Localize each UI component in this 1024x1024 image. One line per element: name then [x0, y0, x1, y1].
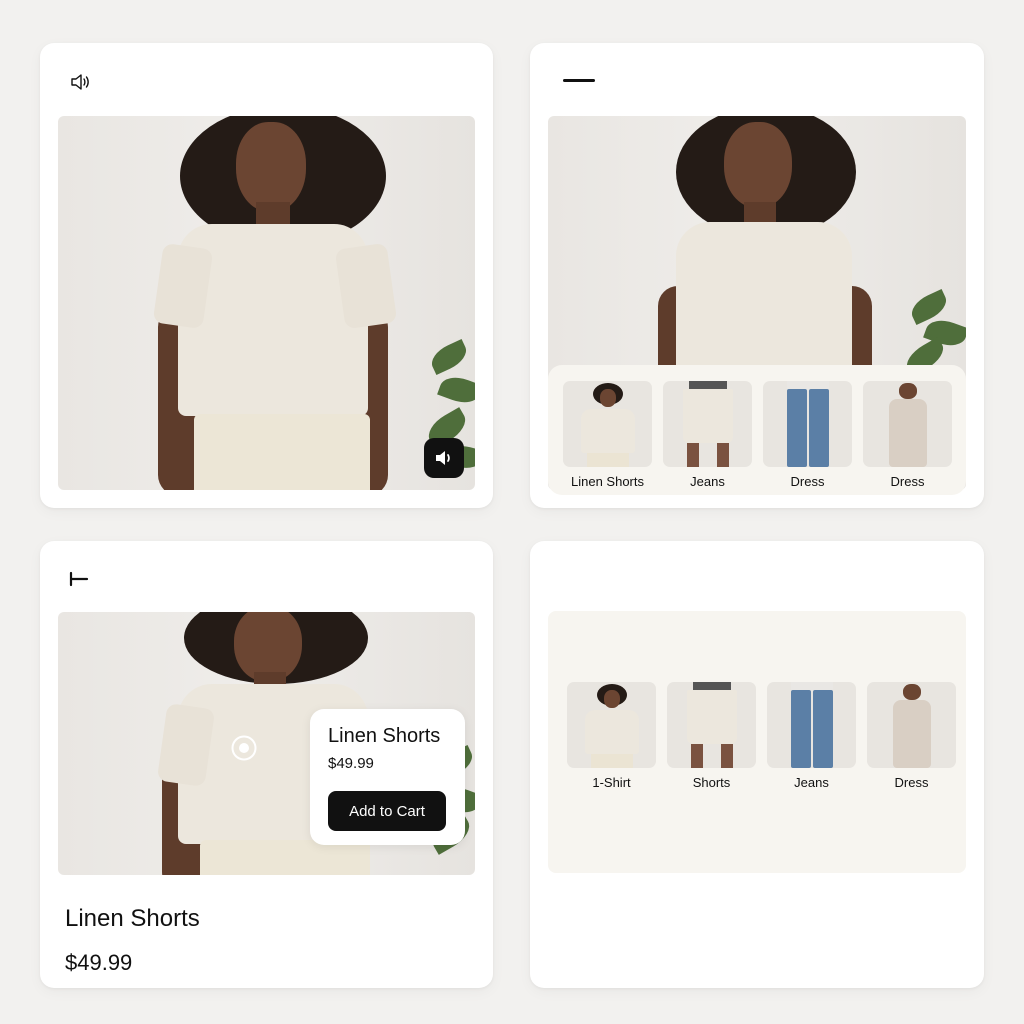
add-to-cart-button[interactable]: Add to Cart: [328, 791, 446, 831]
thumbnail-label: 1-Shirt: [592, 775, 631, 790]
category-thumbnail[interactable]: Shorts: [667, 682, 756, 790]
model-tee-image: [567, 682, 656, 768]
category-thumbnail[interactable]: Dress: [867, 682, 956, 790]
thumbnail-label: Jeans: [794, 775, 829, 790]
text-tool-icon[interactable]: [68, 569, 90, 589]
quick-shop-thumbnail[interactable]: Linen Shorts: [563, 381, 652, 489]
dress-image: [863, 381, 952, 467]
product-card: Linen Shorts $49.99 Add to Cart Linen Sh…: [40, 541, 493, 988]
category-thumbnail[interactable]: 1-Shirt: [567, 682, 656, 790]
video-card: [40, 43, 493, 508]
shorts-image: [663, 381, 752, 467]
thumbnail-label: Dress: [790, 474, 825, 489]
popup-title: Linen Shorts: [328, 725, 441, 747]
popup-price: $49.99: [328, 755, 374, 772]
thumbnail-label: Linen Shorts: [571, 474, 644, 489]
jeans-image: [763, 381, 852, 467]
jeans-image: [767, 682, 856, 768]
thumbnail-label: Shorts: [692, 775, 731, 790]
shorts-image: [667, 682, 756, 768]
model-photo: [58, 116, 475, 490]
quick-shop-thumbnail[interactable]: Jeans: [663, 381, 752, 489]
model-photo: Linen Shorts $49.99 Add to Cart: [58, 612, 475, 875]
quick-shop-thumbnail[interactable]: Dress: [863, 381, 952, 489]
category-card: 1-Shirt Shorts Jeans Dress: [530, 541, 984, 988]
quick-shop-thumbnail[interactable]: Dress: [763, 381, 852, 489]
quick-shop-card: Linen Shorts Jeans Dress Dress: [530, 43, 984, 508]
speaker-filled-icon[interactable]: [424, 438, 464, 478]
thumbnail-label: Dress: [890, 474, 925, 489]
product-popup: Linen Shorts $49.99 Add to Cart: [310, 709, 465, 845]
speaker-outline-icon[interactable]: [68, 71, 94, 93]
thumbnail-label: Dress: [894, 775, 929, 790]
product-price: $49.99: [65, 950, 133, 975]
dress-image: [867, 682, 956, 768]
model-tee-image: [563, 381, 652, 467]
menu-dash-icon[interactable]: [562, 73, 596, 87]
category-thumbnail[interactable]: Jeans: [767, 682, 856, 790]
product-title: Linen Shorts: [65, 905, 200, 932]
target-hotspot-icon[interactable]: [230, 734, 258, 762]
thumbnail-label: Jeans: [690, 474, 725, 489]
